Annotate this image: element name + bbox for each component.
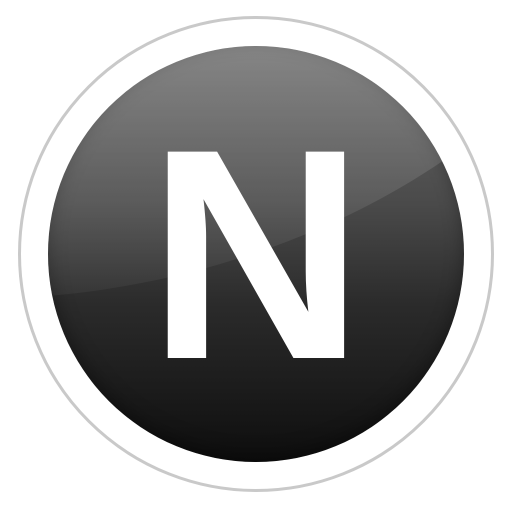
app-icon: N [0,0,512,512]
n-letter-icon: N [147,86,365,422]
